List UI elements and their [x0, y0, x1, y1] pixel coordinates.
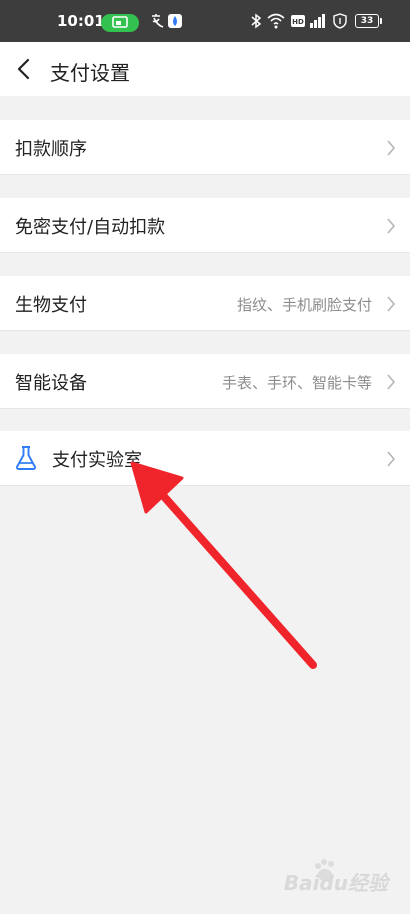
smart-devices-detail: 手表、手环、智能卡等	[221, 374, 372, 392]
password-free-row[interactable]: 免密支付/自动扣款	[0, 198, 410, 253]
smart-devices-row[interactable]: 智能设备 手表、手环、智能卡等	[0, 354, 410, 409]
app-icon	[168, 14, 182, 28]
status-time: 10:01	[57, 12, 105, 30]
cast-icon[interactable]	[101, 14, 139, 32]
payment-lab-label: 支付实验室	[52, 450, 142, 471]
translate-icon	[152, 14, 164, 28]
smart-devices-label: 智能设备	[15, 373, 87, 394]
chevron-right-icon	[387, 296, 396, 312]
bluetooth-icon	[251, 13, 262, 29]
password-free-label: 免密支付/自动扣款	[15, 217, 166, 238]
svg-text:HD: HD	[292, 18, 304, 26]
chevron-right-icon	[387, 218, 396, 234]
debit-order-row[interactable]: 扣款顺序	[0, 120, 410, 175]
chevron-left-icon[interactable]	[14, 58, 34, 80]
chevron-right-icon	[387, 374, 396, 390]
chevron-right-icon	[387, 451, 396, 467]
wifi-icon	[267, 13, 285, 29]
nav-bar: 支付设置	[0, 42, 410, 96]
debit-order-label: 扣款顺序	[15, 139, 87, 160]
signal-icon	[310, 14, 325, 28]
status-bar: 10:01 HD 33	[0, 0, 410, 42]
hd-icon: HD	[291, 15, 305, 27]
biometric-payment-detail: 指纹、手机刷脸支付	[236, 296, 372, 314]
chevron-right-icon	[387, 140, 396, 156]
battery-level: 33	[360, 16, 374, 26]
flask-icon	[15, 446, 37, 470]
payment-lab-row[interactable]: 支付实验室	[0, 431, 410, 486]
biometric-payment-label: 生物支付	[15, 295, 87, 316]
watermark: Baidu经验	[283, 871, 388, 895]
shield-icon	[333, 13, 347, 29]
biometric-payment-row[interactable]: 生物支付 指纹、手机刷脸支付	[0, 276, 410, 331]
battery-icon: 33	[355, 14, 382, 28]
page-title: 支付设置	[50, 61, 130, 85]
